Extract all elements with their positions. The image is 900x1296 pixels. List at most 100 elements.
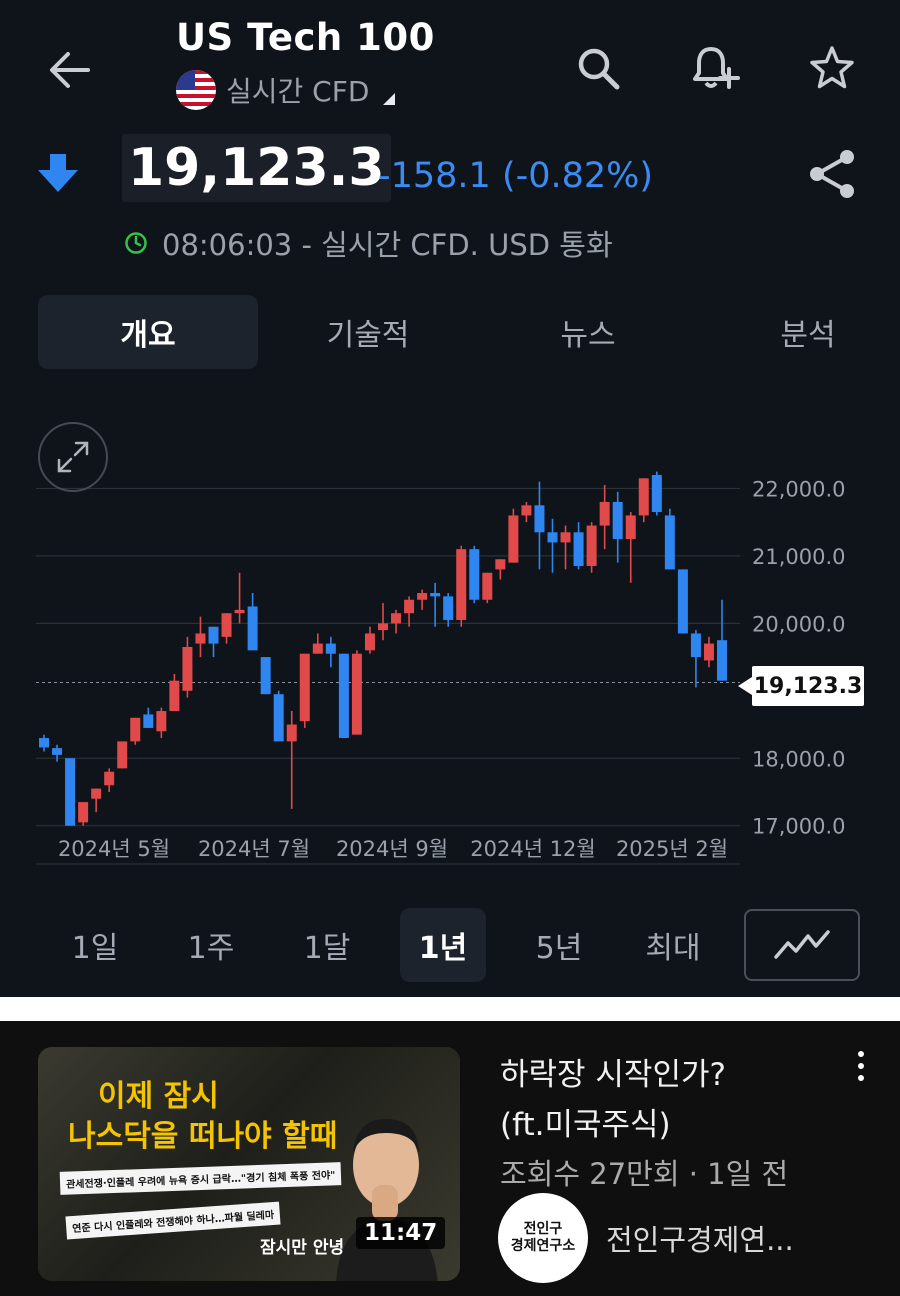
y-tick-label: 22,000.0: [752, 477, 846, 501]
candle-body: [104, 771, 115, 786]
video-meta: 조회수 27만회 · 1일 전: [500, 1157, 789, 1191]
candle-body: [534, 505, 545, 533]
video-title-line-1[interactable]: 하락장 시작인가?: [500, 1049, 726, 1094]
search-icon: [578, 48, 620, 90]
candle-body: [312, 643, 323, 654]
last-price: 19,123.3: [122, 134, 391, 202]
channel-name[interactable]: 전인구경제연...: [606, 1217, 794, 1259]
candle-body: [469, 549, 480, 600]
expand-chart-button[interactable]: [38, 422, 108, 492]
candle-body: [391, 613, 402, 624]
video-thumbnail[interactable]: 이제 잠시 나스닥을 떠나야 할때 관세전쟁·인플레 우려에 뉴욕 증시 급락……: [38, 1047, 460, 1281]
range-1d[interactable]: 1일: [40, 908, 150, 982]
share-button[interactable]: [804, 146, 860, 202]
candle-body: [651, 474, 662, 513]
candle-body: [404, 599, 415, 614]
star-icon: [810, 46, 854, 89]
tab-overview[interactable]: 개요: [38, 295, 258, 369]
y-tick-label: 21,000.0: [752, 545, 846, 569]
avatar-text-1: 전인구: [523, 1221, 563, 1238]
candle-body: [273, 694, 284, 742]
candle-body: [364, 633, 375, 651]
thumbnail-headline-1: 이제 잠시: [98, 1079, 219, 1114]
more-vert-icon: [858, 1051, 864, 1057]
video-suggestion[interactable]: 이제 잠시 나스닥을 떠나야 할때 관세전쟁·인플레 우려에 뉴욕 증시 급락……: [0, 1021, 900, 1296]
x-tick-label: 2024년 9월: [336, 837, 448, 861]
candle-body: [495, 559, 506, 570]
back-arrow-icon: [50, 52, 90, 88]
x-tick-label: 2024년 5월: [58, 837, 170, 861]
candle-body: [677, 569, 688, 634]
back-button[interactable]: [44, 44, 96, 96]
expand-icon: [57, 441, 89, 473]
range-1m[interactable]: 1달: [272, 908, 382, 982]
search-button[interactable]: [570, 40, 626, 96]
candle-body: [430, 592, 441, 597]
video-title-line-2[interactable]: (ft.미국주식): [500, 1099, 671, 1144]
candle-body: [299, 653, 310, 722]
tab-analysis[interactable]: 분석: [698, 295, 900, 369]
candle-body: [612, 501, 623, 540]
range-1w-label: 1주: [187, 931, 235, 966]
x-tick-label: 2025년 2월: [616, 837, 728, 861]
y-tick-label: 20,000.0: [752, 612, 846, 636]
candle-body: [625, 515, 636, 540]
candle-body: [169, 680, 180, 712]
candle-body: [195, 633, 206, 644]
range-1y[interactable]: 1년: [400, 908, 486, 982]
video-more-button[interactable]: [846, 1051, 876, 1091]
candle-body: [703, 643, 714, 661]
candle-body: [378, 623, 388, 631]
candle-body: [208, 626, 219, 644]
range-1d-label: 1일: [71, 931, 119, 966]
x-tick-label: 2024년 12월: [470, 837, 595, 861]
channel-avatar[interactable]: 전인구 경제연구소: [498, 1193, 588, 1283]
candle-body: [260, 657, 271, 695]
market-type-label: 실시간 CFD: [226, 75, 370, 108]
candle-body: [690, 633, 701, 658]
quote-time-text: 08:06:03 - 실시간 CFD. USD 통화: [162, 228, 613, 262]
candle-body: [443, 596, 454, 620]
line-chart-icon: [774, 930, 830, 959]
tab-news[interactable]: 뉴스: [478, 295, 698, 369]
range-1w[interactable]: 1주: [156, 908, 266, 982]
range-1y-label: 1년: [418, 931, 468, 966]
range-max-label: 최대: [645, 931, 701, 966]
quote-time: 08:06:03 - 실시간 CFD. USD 통화: [124, 222, 613, 264]
candle-body: [638, 478, 649, 516]
last-price-marker: [738, 677, 752, 695]
chart-type-button[interactable]: [744, 909, 860, 981]
more-vert-icon: [858, 1063, 864, 1069]
candle-body: [599, 501, 610, 526]
candle-body: [182, 646, 193, 691]
candle-body: [338, 653, 349, 739]
candle-body: [130, 717, 141, 742]
range-max[interactable]: 최대: [618, 908, 728, 982]
range-5y-label: 5년: [535, 931, 583, 966]
instrument-title: US Tech 100: [176, 16, 435, 59]
range-1m-label: 1달: [303, 931, 351, 966]
candle-body: [52, 748, 63, 755]
candle-body: [717, 640, 727, 681]
add-alert-button[interactable]: [688, 40, 744, 96]
candle-body: [586, 525, 597, 567]
tab-overview-label: 개요: [120, 318, 176, 353]
more-vert-icon: [858, 1075, 864, 1081]
market-type-selector[interactable]: 실시간 CFD: [176, 70, 396, 110]
candle-body: [547, 532, 558, 543]
candle-body: [65, 758, 76, 826]
range-5y[interactable]: 5년: [504, 908, 614, 982]
tab-news-label: 뉴스: [560, 318, 616, 353]
candle-body: [39, 738, 49, 748]
candle-body: [156, 711, 167, 732]
candle-body: [247, 606, 258, 651]
candle-body: [325, 643, 336, 654]
candle-body: [143, 714, 154, 728]
favorite-button[interactable]: [804, 40, 860, 96]
candle-body: [78, 802, 89, 823]
us-flag-icon: [176, 70, 216, 110]
candle-body: [521, 505, 532, 516]
tab-technical[interactable]: 기술적: [258, 295, 478, 369]
last-price-label: 19,123.3: [752, 666, 864, 706]
share-icon: [810, 150, 854, 198]
